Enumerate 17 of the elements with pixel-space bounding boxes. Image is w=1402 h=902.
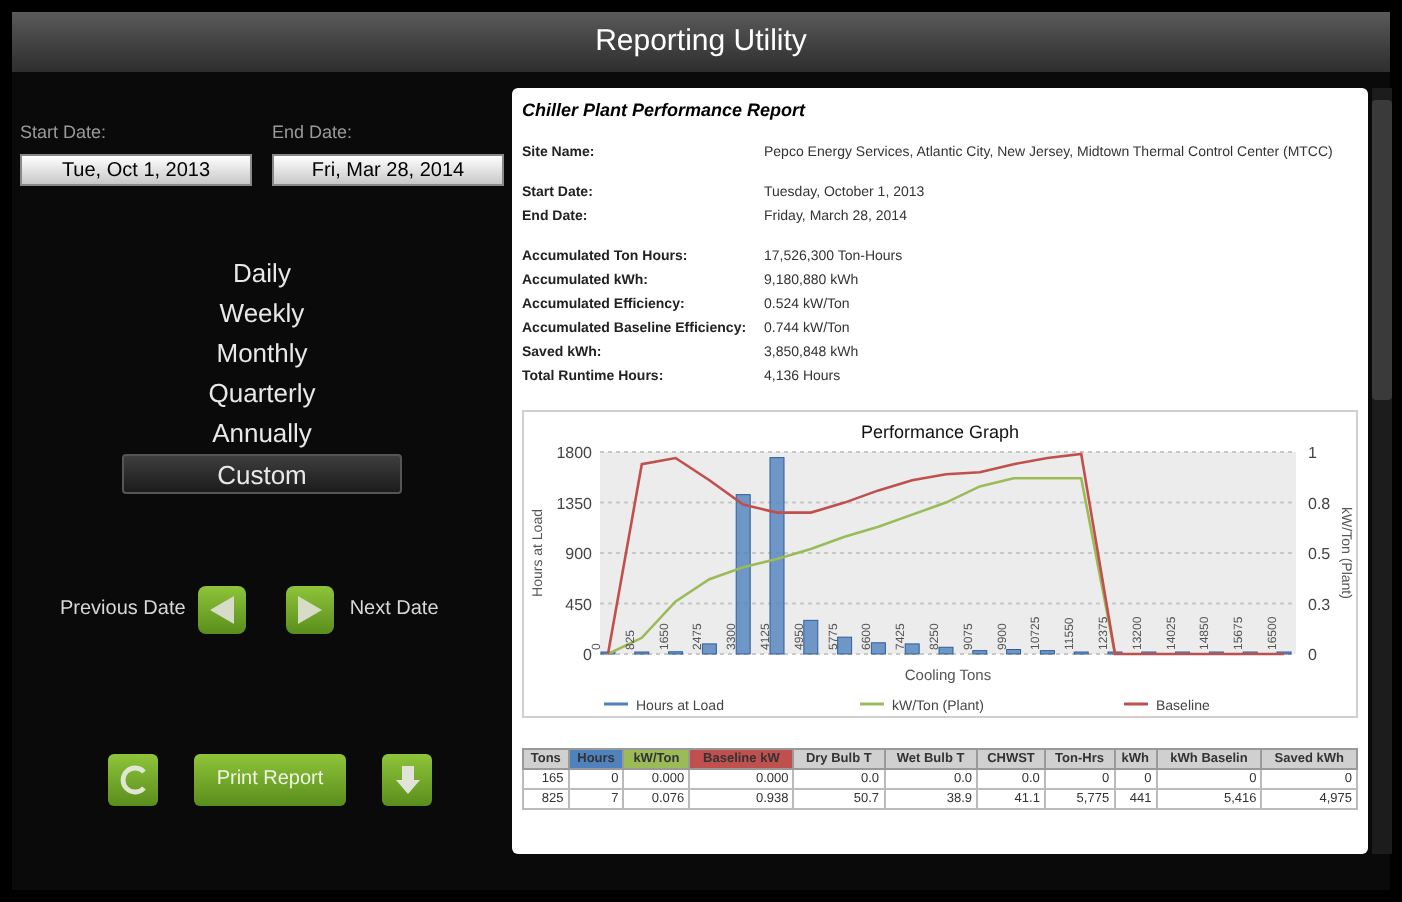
axis-tick-label: 1 bbox=[1308, 443, 1317, 461]
chart-title: Performance Graph bbox=[860, 421, 1020, 441]
axis-tick-label: 0.5 bbox=[1308, 544, 1331, 562]
end-date-label: End Date: bbox=[272, 120, 355, 146]
axis-tick-label: 450 bbox=[565, 594, 592, 613]
next-date-label: Next Date bbox=[349, 596, 439, 624]
axis-tick-label: 1800 bbox=[556, 443, 592, 461]
axis-tick-label: 1350 bbox=[556, 493, 592, 512]
axis-tick-label: 900 bbox=[565, 544, 592, 562]
axis-tick-label: 0.3 bbox=[1308, 594, 1331, 613]
report-title: Chiller Plant Performance Report bbox=[522, 98, 808, 124]
axis-tick-label: 0.8 bbox=[1308, 493, 1331, 512]
start-date-label: Start Date: bbox=[20, 120, 109, 146]
axis-tick-label: 0 bbox=[1308, 645, 1317, 663]
axis-tick-label: 0 bbox=[583, 645, 592, 663]
previous-date-label: Previous Date bbox=[60, 596, 186, 624]
window-title: Reporting Utility bbox=[595, 21, 807, 62]
